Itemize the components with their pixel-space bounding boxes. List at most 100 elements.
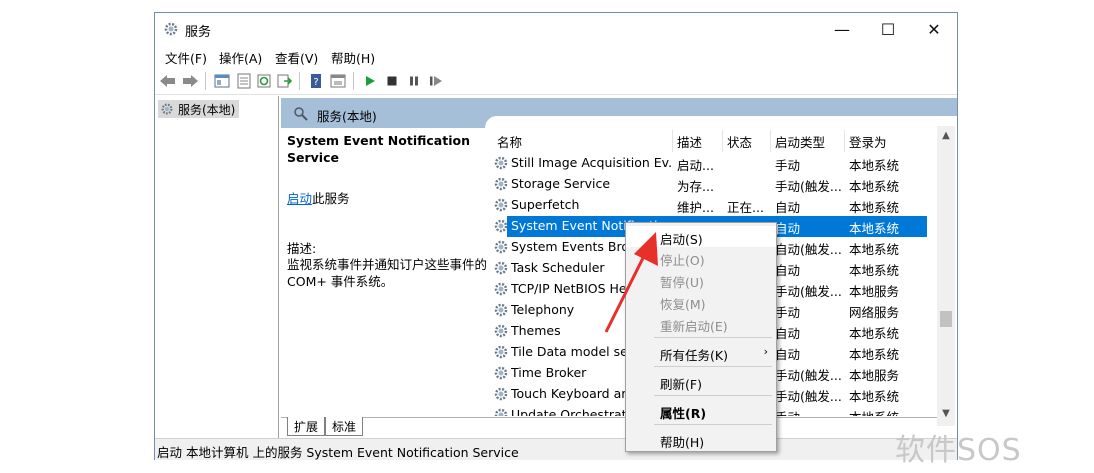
view-tabs: 扩展 标准 xyxy=(281,417,937,438)
start-service-icon[interactable] xyxy=(361,72,379,90)
tree-item-label: 服务(本地) xyxy=(178,102,236,117)
watermark-logo: 软件SOS xyxy=(895,425,1022,469)
cell-name: Superfetch xyxy=(511,197,580,212)
cell-logon: 本地系统 xyxy=(849,263,900,278)
watermark-text: 软件SOS xyxy=(895,433,1022,468)
description-text: 监视系统事件并通知订户这些事件的 COM+ 事件系统。 xyxy=(287,257,488,289)
services-gear-icon xyxy=(164,22,178,36)
service-gear-icon xyxy=(494,387,508,401)
cell-logon: 本地系统 xyxy=(849,389,900,404)
cell-desc: 维护... xyxy=(677,200,714,215)
close-button[interactable]: ✕ xyxy=(911,13,957,45)
cell-startup: 手动(触发... xyxy=(775,389,842,404)
help-book-icon[interactable]: ? xyxy=(307,72,325,90)
back-arrow-icon[interactable] xyxy=(159,72,177,90)
properties-window-icon[interactable] xyxy=(329,72,347,90)
service-gear-icon xyxy=(494,303,508,317)
service-row[interactable]: Superfetch 维护... 正在... 自动 本地系统 xyxy=(493,195,943,216)
cell-status: 正在... xyxy=(727,200,764,215)
sort-ascending-icon: ^ xyxy=(581,130,591,137)
cell-startup: 手动 xyxy=(775,305,801,320)
tab-standard[interactable]: 标准 xyxy=(325,417,364,436)
service-gear-icon xyxy=(494,324,508,338)
console-tree: 服务(本地) xyxy=(155,96,279,438)
service-gear-icon xyxy=(494,408,508,416)
cell-startup: 手动 xyxy=(775,158,801,173)
cell-startup: 手动(触发... xyxy=(775,368,842,383)
vertical-scrollbar[interactable]: ▲ ▼ xyxy=(937,126,955,426)
ctx-refresh[interactable]: 刷新(F) xyxy=(626,371,776,392)
service-description-panel: System Event Notification Service 启动此服务 … xyxy=(287,130,487,420)
cell-name: Storage Service xyxy=(511,176,611,191)
cell-logon: 本地系统 xyxy=(849,407,919,416)
scroll-down-arrow-icon[interactable]: ▼ xyxy=(937,408,955,419)
cell-logon: 网络服务 xyxy=(849,305,900,320)
menu-action[interactable]: 操作(A) xyxy=(219,48,262,67)
toolbar: ? xyxy=(155,68,957,95)
ctx-properties[interactable]: 属性(R) xyxy=(626,400,776,421)
tree-item-services-local[interactable]: 服务(本地) xyxy=(158,100,240,118)
services-window: 服务 — ☐ ✕ 文件(F) 操作(A) 查看(V) 帮助(H) ? 服务(本地… xyxy=(154,12,958,460)
stop-service-icon[interactable] xyxy=(383,72,401,90)
cell-logon: 本地系统 xyxy=(849,221,900,236)
menu-help[interactable]: 帮助(H) xyxy=(331,48,375,67)
service-gear-icon xyxy=(494,240,508,254)
ctx-help[interactable]: 帮助(H) xyxy=(626,429,776,450)
cell-logon: 本地服务 xyxy=(849,368,900,383)
service-row[interactable]: Storage Service 为存... 手动(触发... 本地系统 xyxy=(493,174,943,195)
column-header-status[interactable]: 状态 xyxy=(723,130,771,152)
forward-arrow-icon[interactable] xyxy=(181,72,199,90)
cell-logon: 本地服务 xyxy=(849,284,900,299)
tab-extended[interactable]: 扩展 xyxy=(287,417,326,436)
start-service-line: 启动此服务 xyxy=(287,188,350,207)
cell-startup: 手动 xyxy=(775,407,845,416)
description-label: 描述: xyxy=(287,241,317,256)
column-header-name[interactable]: 名称 ^ xyxy=(493,130,673,152)
cell-startup: 自动 xyxy=(775,263,801,278)
column-header-description[interactable]: 描述 xyxy=(673,130,723,152)
submenu-arrow-icon: › xyxy=(763,345,768,358)
cell-desc: 为存... xyxy=(677,179,714,194)
cell-desc: 启动... xyxy=(677,158,714,173)
status-text: 启动 本地计算机 上的服务 System Event Notification … xyxy=(157,445,519,460)
menu-bar: 文件(F) 操作(A) 查看(V) 帮助(H) xyxy=(155,45,957,67)
export-list-icon[interactable] xyxy=(275,72,293,90)
service-gear-icon xyxy=(494,156,508,170)
title-bar: 服务 — ☐ ✕ xyxy=(155,13,957,45)
window-title: 服务 xyxy=(185,25,212,40)
menu-file[interactable]: 文件(F) xyxy=(165,48,207,67)
cell-startup: 手动(触发... xyxy=(775,179,842,194)
scroll-up-arrow-icon[interactable]: ▲ xyxy=(937,130,955,141)
cell-startup: 自动 xyxy=(775,326,801,341)
services-gear-icon xyxy=(161,103,173,115)
service-gear-icon xyxy=(494,219,508,233)
service-row[interactable]: Still Image Acquisition Ev... 启动... 手动 本地系统 xyxy=(493,153,943,174)
cell-startup: 自动(触发... xyxy=(775,242,842,257)
column-header-logon[interactable]: 登录为 xyxy=(845,130,915,152)
svg-text:?: ? xyxy=(313,77,318,88)
maximize-button[interactable]: ☐ xyxy=(865,13,911,45)
refresh-icon[interactable] xyxy=(255,72,273,90)
cell-logon: 本地系统 xyxy=(849,347,900,362)
cell-logon: 本地系统 xyxy=(849,326,900,341)
column-header-startup-type[interactable]: 启动类型 xyxy=(771,130,845,152)
minimize-button[interactable]: — xyxy=(819,13,865,45)
menu-view[interactable]: 查看(V) xyxy=(275,48,318,67)
scroll-thumb[interactable] xyxy=(940,311,952,327)
cell-startup: 自动 xyxy=(775,347,801,362)
pause-service-icon[interactable] xyxy=(405,72,423,90)
pane-header-title: 服务(本地) xyxy=(317,109,377,124)
cell-startup: 自动 xyxy=(775,200,801,215)
cell-logon: 本地系统 xyxy=(849,200,900,215)
ctx-all-tasks[interactable]: 所有任务(K) › xyxy=(626,342,776,363)
cell-startup: 手动(触发... xyxy=(775,284,842,299)
cell-logon: 本地系统 xyxy=(849,179,900,194)
restart-service-icon[interactable] xyxy=(427,72,445,90)
start-service-link[interactable]: 启动 xyxy=(287,191,312,206)
cell-logon: 本地系统 xyxy=(849,242,900,257)
start-service-suffix: 此服务 xyxy=(312,191,350,206)
red-pointer-arrow-icon xyxy=(604,232,658,333)
console-tree-icon[interactable] xyxy=(213,72,231,90)
service-gear-icon xyxy=(494,261,508,275)
list-view-icon[interactable] xyxy=(235,72,253,90)
